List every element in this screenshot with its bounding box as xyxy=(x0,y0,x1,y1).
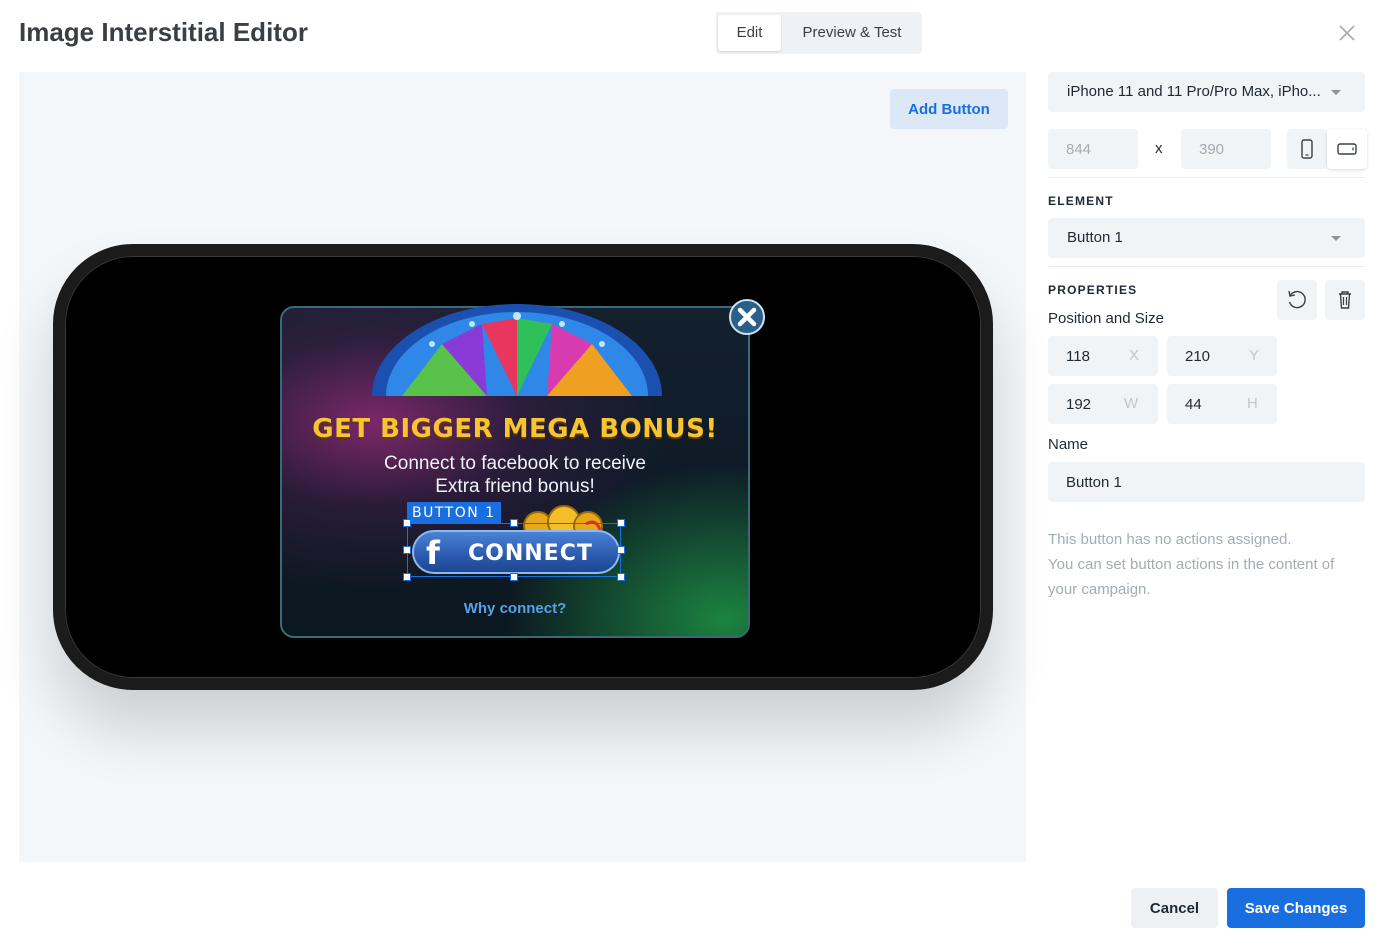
button-1-label: BUTTON 1 xyxy=(407,502,501,524)
device-height-field[interactable] xyxy=(1181,129,1271,169)
x-suffix: X xyxy=(1129,347,1140,364)
landscape-button[interactable] xyxy=(1327,129,1367,169)
name-field[interactable] xyxy=(1048,462,1365,502)
ad-headline: GET BIGGER MEGA BONUS! xyxy=(312,414,718,444)
divider xyxy=(1048,177,1365,178)
phone-portrait-icon xyxy=(1301,139,1313,159)
portrait-button[interactable] xyxy=(1287,129,1327,169)
editor-canvas: Add Button GET BIGGER MEGA BONUS! Connec… xyxy=(19,72,1026,862)
h-suffix: H xyxy=(1247,395,1258,412)
phone-landscape-icon xyxy=(1337,143,1357,155)
prize-wheel-image xyxy=(372,304,662,396)
y-suffix: Y xyxy=(1249,347,1260,364)
properties-heading: PROPERTIES xyxy=(1048,283,1138,297)
dimension-separator: x xyxy=(1155,140,1163,157)
resize-handle-mr[interactable] xyxy=(617,546,625,554)
reset-icon xyxy=(1288,290,1306,309)
ad-close-icon xyxy=(729,299,765,335)
chevron-down-icon xyxy=(1331,90,1341,95)
button-1-selection[interactable] xyxy=(407,523,621,577)
resize-handle-tl[interactable] xyxy=(403,519,411,527)
resize-handle-br[interactable] xyxy=(617,573,625,581)
x-field[interactable] xyxy=(1048,336,1158,376)
position-size-label: Position and Size xyxy=(1048,310,1164,327)
resize-handle-bc[interactable] xyxy=(510,573,518,581)
close-icon[interactable] xyxy=(1336,22,1358,44)
cancel-button[interactable]: Cancel xyxy=(1131,888,1218,928)
delete-button[interactable] xyxy=(1325,280,1365,320)
element-heading: ELEMENT xyxy=(1048,194,1114,208)
reset-button[interactable] xyxy=(1277,280,1317,320)
save-changes-button[interactable]: Save Changes xyxy=(1227,888,1365,928)
resize-handle-tr[interactable] xyxy=(617,519,625,527)
device-select-value: iPhone 11 and 11 Pro/Pro Max, iPho... xyxy=(1067,83,1321,100)
add-button[interactable]: Add Button xyxy=(890,89,1008,129)
mode-switch: Edit Preview & Test xyxy=(716,12,922,54)
tab-edit[interactable]: Edit xyxy=(718,15,781,51)
page-title: Image Interstitial Editor xyxy=(19,17,308,47)
element-select[interactable]: Button 1 xyxy=(1048,218,1365,258)
w-suffix: W xyxy=(1124,395,1139,412)
no-actions-note: This button has no actions assigned. You… xyxy=(1048,527,1365,602)
resize-handle-tc[interactable] xyxy=(510,519,518,527)
why-connect-link: Why connect? xyxy=(463,600,567,617)
device-select[interactable]: iPhone 11 and 11 Pro/Pro Max, iPho... xyxy=(1048,72,1365,112)
tab-preview-test[interactable]: Preview & Test xyxy=(786,15,918,51)
resize-handle-bl[interactable] xyxy=(403,573,411,581)
name-label: Name xyxy=(1048,436,1089,453)
chevron-down-icon xyxy=(1331,236,1341,241)
trash-icon xyxy=(1339,291,1351,309)
ad-subtitle-line2: Extra friend bonus! xyxy=(435,476,595,497)
device-width-field[interactable] xyxy=(1048,129,1138,169)
height-field[interactable] xyxy=(1167,384,1277,424)
interstitial-image: GET BIGGER MEGA BONUS! Connect to facebo… xyxy=(280,299,765,638)
element-select-value: Button 1 xyxy=(1067,229,1123,246)
phone-preview-frame: GET BIGGER MEGA BONUS! Connect to facebo… xyxy=(53,244,993,690)
y-field[interactable] xyxy=(1167,336,1277,376)
ad-subtitle-line1: Connect to facebook to receive xyxy=(384,453,646,474)
note-line-1: This button has no actions assigned. xyxy=(1048,531,1292,548)
resize-handle-ml[interactable] xyxy=(403,546,411,554)
divider xyxy=(1048,266,1365,267)
width-field[interactable] xyxy=(1048,384,1158,424)
note-line-2: You can set button actions in the conten… xyxy=(1048,556,1335,598)
